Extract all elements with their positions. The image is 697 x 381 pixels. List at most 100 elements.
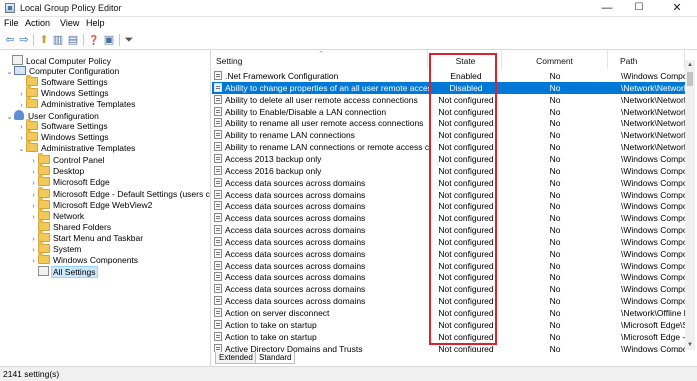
menu-help[interactable]: Help xyxy=(86,18,105,28)
tree-item-label: Software Settings xyxy=(41,77,108,87)
column-header-path[interactable]: Path xyxy=(608,50,685,69)
tree-item-label: Start Menu and Taskbar xyxy=(53,233,144,243)
table-row[interactable]: Access data sources across domains Not co… xyxy=(212,212,685,224)
table-row[interactable]: Action to take on startup Not configured N… xyxy=(212,331,685,343)
tree-item[interactable]: Local Computer Policy xyxy=(3,55,111,66)
table-row[interactable]: Ability to change properties of an all u… xyxy=(212,81,685,94)
expanded-chevron-icon[interactable]: ⌄ xyxy=(5,112,14,123)
menu-file[interactable]: File xyxy=(4,18,19,28)
table-row[interactable]: Active Directory Domains and Trusts Not c… xyxy=(212,343,685,352)
tree-item[interactable]: › Administrative Templates xyxy=(17,97,135,110)
forward-arrow-icon[interactable]: ⇨ xyxy=(17,33,31,47)
folder-up-icon[interactable]: ⬆ xyxy=(37,33,51,47)
path-cell: \Microsoft Edge\St xyxy=(621,319,685,330)
table-row[interactable]: Access data sources across domains Not co… xyxy=(212,295,685,307)
close-button[interactable]: ✕ xyxy=(662,0,692,17)
table-row[interactable]: Ability to rename LAN connections Not con… xyxy=(212,129,685,141)
back-arrow-icon[interactable]: ⇦ xyxy=(3,33,17,47)
properties-icon[interactable]: ▣ xyxy=(102,33,116,47)
menu-view[interactable]: View xyxy=(60,18,79,28)
tree-item-label: Desktop xyxy=(53,166,85,176)
expanded-chevron-icon[interactable]: ⌄ xyxy=(5,67,14,78)
comment-cell: No xyxy=(549,331,561,342)
user-icon xyxy=(14,110,24,120)
table-row[interactable]: Access 2016 backup only Not configured No \… xyxy=(212,165,685,177)
state-cell: Not configured xyxy=(438,260,494,271)
toolbar-separator xyxy=(33,34,34,46)
expanded-chevron-icon[interactable]: ⌄ xyxy=(17,144,26,155)
collapsed-chevron-icon[interactable]: › xyxy=(29,178,38,189)
table-row[interactable]: Access data sources across domains Not co… xyxy=(212,271,685,283)
tree-item[interactable]: ⌄ User Configuration xyxy=(5,110,99,121)
table-row[interactable]: Ability to delete all user remote access… xyxy=(212,94,685,106)
comment-cell: No xyxy=(549,130,561,141)
tree-item-label: Network xyxy=(53,211,85,221)
setting-name: Access data sources across domains xyxy=(225,201,366,212)
table-row[interactable]: Access data sources across domains Not co… xyxy=(212,260,685,272)
tree-item[interactable]: › Microsoft Edge WebView2 xyxy=(29,198,152,211)
tree-item-label: Local Computer Policy xyxy=(26,56,112,66)
table-row[interactable]: Ability to rename all user remote access… xyxy=(212,117,685,129)
column-header-comment[interactable]: Comment xyxy=(502,50,608,69)
tree-item[interactable]: › System xyxy=(29,242,81,255)
tree-item[interactable]: › Microsoft Edge - Default Settings (user… xyxy=(29,187,210,200)
settings-list: Setting ⌃ State Comment Path .Net Framew… xyxy=(212,50,697,352)
filter-icon[interactable]: ⏷ xyxy=(122,33,136,47)
comment-cell: No xyxy=(549,82,561,93)
maximize-button[interactable]: ☐ xyxy=(624,0,654,17)
list-scrollbar[interactable]: ▲ ▼ xyxy=(685,60,695,350)
path-cell: \Windows Compor xyxy=(621,260,685,271)
setting-cell: Active Directory Domains and Trusts xyxy=(214,343,430,352)
tree-item[interactable]: ⌄ Computer Configuration xyxy=(5,66,119,77)
table-row[interactable]: Access 2013 backup only Not configured No \… xyxy=(212,153,685,165)
setting-name: Access data sources across domains xyxy=(225,189,366,200)
state-cell: Not configured xyxy=(438,272,494,283)
state-cell: Not configured xyxy=(438,118,494,129)
scroll-up-arrow-icon[interactable]: ▲ xyxy=(685,60,695,70)
table-row[interactable]: Action on server disconnect Not configure… xyxy=(212,307,685,319)
comment-cell: No xyxy=(549,165,561,176)
tree-item-label: Microsoft Edge - Default Settings (users… xyxy=(53,189,210,199)
table-row[interactable]: .Net Framework Configuration Enabled No \Wi… xyxy=(212,70,685,82)
table-row[interactable]: Action to take on startup Not configured N… xyxy=(212,319,685,331)
tab-standard[interactable]: Standard xyxy=(255,352,296,364)
folder-icon xyxy=(26,130,38,141)
table-row[interactable]: Access data sources across domains Not co… xyxy=(212,236,685,248)
table-row[interactable]: Access data sources across domains Not co… xyxy=(212,283,685,295)
setting-cell: Access data sources across domains xyxy=(214,189,430,201)
tree-item[interactable]: All Settings xyxy=(29,266,98,278)
menu-bar: File Action View Help xyxy=(0,17,697,30)
tree-item[interactable]: ⌄ Administrative Templates xyxy=(17,141,135,155)
setting-name: Access data sources across domains xyxy=(225,213,366,224)
menu-action[interactable]: Action xyxy=(25,18,50,28)
path-cell: \Windows Compor xyxy=(621,248,685,259)
table-row[interactable]: Access data sources across domains Not co… xyxy=(212,200,685,212)
table-row[interactable]: Access data sources across domains Not co… xyxy=(212,224,685,236)
folder-icon xyxy=(38,198,50,209)
table-row[interactable]: Access data sources across domains Not co… xyxy=(212,177,685,189)
tab-extended[interactable]: Extended xyxy=(215,352,257,364)
column-header-state[interactable]: State xyxy=(430,50,502,69)
path-cell: \Network\Network xyxy=(621,142,685,153)
setting-name: Access data sources across domains xyxy=(225,260,366,271)
help-icon[interactable]: ❓ xyxy=(87,33,101,47)
policy-setting-icon xyxy=(214,82,222,92)
show-hide-tree-icon[interactable]: ▥ xyxy=(51,33,65,47)
minimize-button[interactable]: — xyxy=(592,0,622,17)
export-list-icon[interactable]: ▤ xyxy=(66,33,80,47)
comment-cell: No xyxy=(549,118,561,129)
tree-item-label: Microsoft Edge xyxy=(53,177,110,187)
comment-cell: No xyxy=(549,236,561,247)
table-row[interactable]: Access data sources across domains Not co… xyxy=(212,189,685,201)
scroll-thumb[interactable] xyxy=(687,72,693,86)
scroll-down-arrow-icon[interactable]: ▼ xyxy=(685,340,695,350)
folder-icon xyxy=(38,187,50,198)
policy-setting-icon xyxy=(214,118,222,128)
policy-setting-icon xyxy=(214,213,222,223)
table-row[interactable]: Access data sources across domains Not co… xyxy=(212,248,685,260)
setting-cell: Ability to rename all user remote access… xyxy=(214,117,430,129)
table-row[interactable]: Ability to rename LAN connections or rem… xyxy=(212,141,685,153)
tree-item[interactable]: › Start Menu and Taskbar xyxy=(29,231,144,244)
tree-item[interactable]: › Windows Components xyxy=(29,253,138,266)
table-row[interactable]: Ability to Enable/Disable a LAN connecti… xyxy=(212,106,685,118)
